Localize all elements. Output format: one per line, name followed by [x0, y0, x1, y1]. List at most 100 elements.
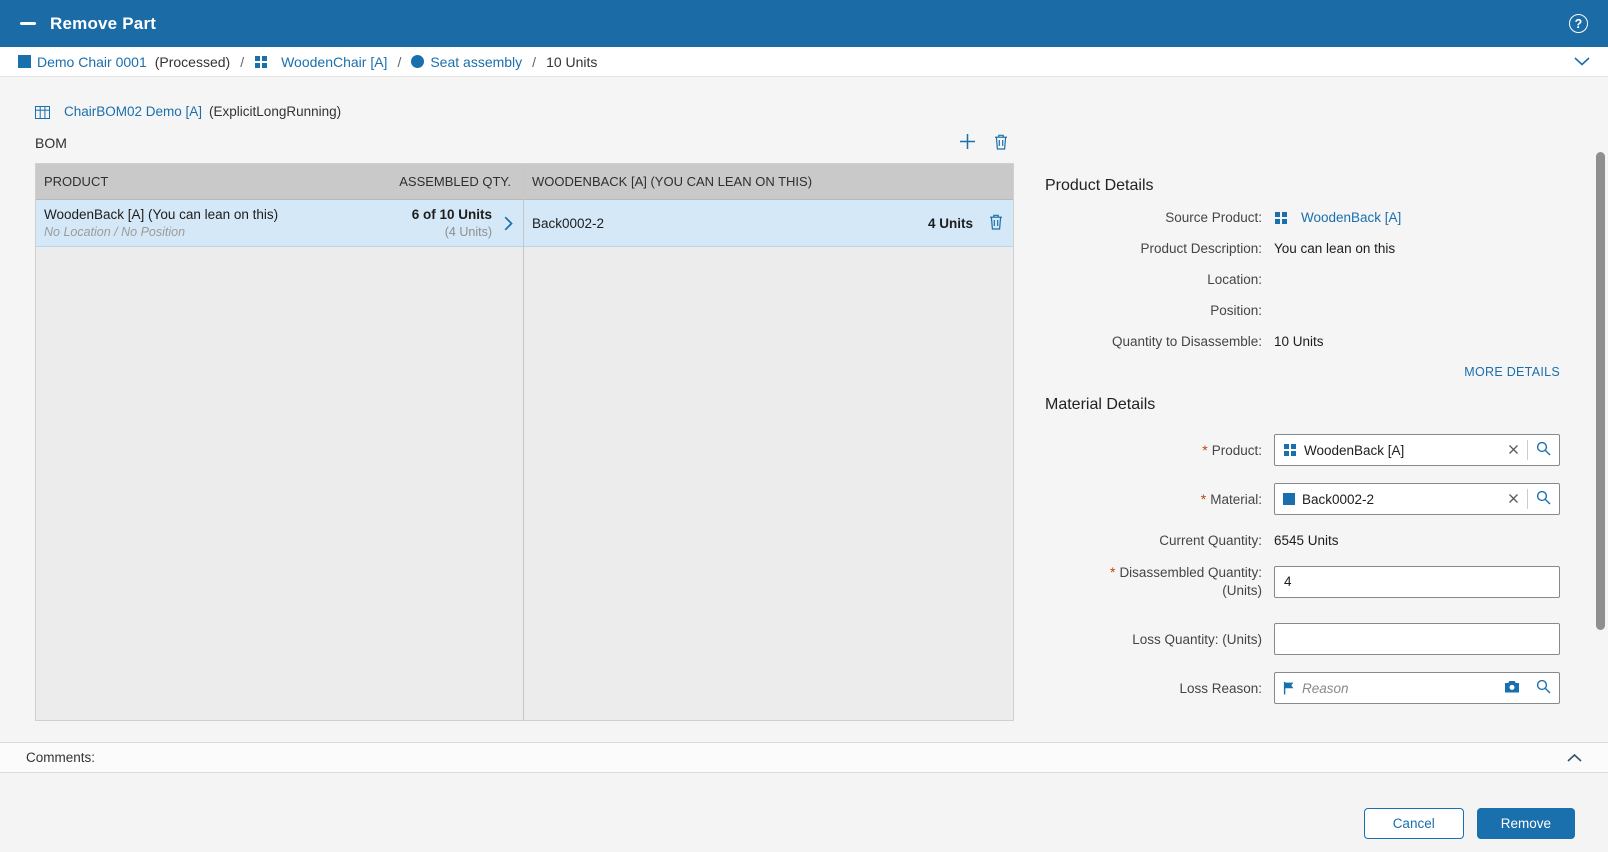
close-icon: [1508, 492, 1519, 507]
material-details-title: Material Details: [1045, 396, 1156, 413]
comments-label: Comments:: [26, 750, 96, 765]
product-description-label: Product Description:: [1140, 241, 1262, 256]
bom-icon: [35, 105, 50, 119]
source-product-label: Source Product:: [1165, 210, 1262, 225]
plus-icon: [959, 133, 976, 153]
material-field[interactable]: Back0002-2: [1274, 483, 1560, 515]
breadcrumb-quantity: 10 Units: [546, 53, 598, 70]
page-title: Remove Part: [50, 13, 157, 33]
loss-quantity-label: Loss Quantity: (Units): [1132, 631, 1262, 647]
app-header: Remove Part ?: [0, 0, 1608, 47]
bom-section-label: BOM: [35, 135, 67, 151]
loss-reason-placeholder: Reason: [1302, 680, 1349, 696]
bom-product-column: PRODUCT ASSEMBLED QTY. WoodenBack [A] (Y…: [36, 164, 524, 720]
bom-product-row[interactable]: WoodenBack [A] (You can lean on this) No…: [36, 200, 523, 247]
product-row-title: WoodenBack [A] (You can lean on this): [44, 207, 279, 222]
product-description-value: You can lean on this: [1274, 241, 1396, 256]
chevron-down-icon[interactable]: [1574, 57, 1590, 66]
required-marker: *: [1202, 442, 1208, 458]
scrollbar[interactable]: [1593, 77, 1608, 742]
disassembled-quantity-label: * Disassembled Quantity: (Units): [1109, 564, 1262, 598]
add-component-button[interactable]: [959, 133, 976, 153]
flag-icon: [1283, 681, 1295, 695]
breadcrumb-separator: /: [240, 53, 245, 70]
minus-icon[interactable]: [20, 22, 36, 25]
trash-icon: [994, 134, 1008, 153]
bom-link[interactable]: ChairBOM02 Demo [A]: [64, 103, 202, 121]
loss-reason-label: Loss Reason:: [1179, 680, 1262, 696]
breadcrumb-sfc-link[interactable]: Demo Chair 0001: [37, 54, 147, 70]
material-material-label: * Material:: [1200, 491, 1262, 507]
search-icon: [1536, 679, 1551, 697]
delete-material-button[interactable]: [989, 214, 1003, 233]
product-field-value: WoodenBack [A]: [1304, 442, 1405, 458]
chevron-right-icon[interactable]: [504, 216, 513, 231]
disassembled-quantity-input[interactable]: [1274, 565, 1560, 598]
clear-material-button[interactable]: [1500, 484, 1527, 514]
trash-icon: [989, 214, 1003, 233]
quantity-to-disassemble-label: Quantity to Disassemble:: [1111, 334, 1262, 349]
main-content: ChairBOM02 Demo [A] (ExplicitLongRunning…: [0, 77, 1608, 742]
bom-component-column: WOODENBACK [A] (YOU CAN LEAN ON THIS) Ba…: [524, 164, 1013, 720]
search-material-button[interactable]: [1528, 484, 1559, 514]
product-icon: [254, 55, 268, 69]
position-label: Position:: [1210, 303, 1262, 318]
breadcrumb: Demo Chair 0001 (Processed) / WoodenChai…: [0, 47, 1608, 77]
bom-component-row[interactable]: Back0002-2 4 Units: [524, 200, 1013, 247]
bom-section: ChairBOM02 Demo [A] (ExplicitLongRunning…: [0, 77, 1030, 742]
required-marker: *: [1200, 491, 1207, 507]
breadcrumb-sfc-status: (Processed): [154, 53, 231, 70]
delete-component-button[interactable]: [994, 134, 1008, 153]
product-row-location: No Location / No Position: [44, 225, 186, 239]
camera-button[interactable]: [1496, 673, 1528, 703]
component-table-empty-area: [524, 247, 1013, 720]
details-panel: Product Details Source Product: WoodenBa…: [1030, 77, 1608, 710]
scrollbar-thumb[interactable]: [1596, 152, 1605, 630]
footer-actions: Cancel Remove: [0, 773, 1608, 852]
current-quantity-value: 6545 Units: [1274, 533, 1339, 548]
clear-product-button[interactable]: [1500, 435, 1527, 465]
loss-reason-field[interactable]: Reason: [1274, 672, 1560, 704]
camera-icon: [1504, 680, 1520, 696]
chevron-up-icon[interactable]: [1567, 753, 1582, 762]
component-row-title: Back0002-2: [532, 215, 605, 231]
required-marker: *: [1109, 564, 1116, 580]
remove-button[interactable]: Remove: [1476, 808, 1575, 839]
breadcrumb-separator: /: [397, 53, 402, 70]
column-header-assembled-qty: ASSEMBLED QTY.: [399, 174, 511, 189]
product-icon: [1283, 443, 1297, 457]
help-icon[interactable]: ?: [1569, 14, 1588, 33]
bom-link-suffix: (ExplicitLongRunning): [209, 104, 342, 119]
product-icon: [1274, 211, 1288, 225]
product-details-title: Product Details: [1045, 177, 1154, 194]
product-row-qty: 6 of 10 Units: [411, 207, 492, 222]
search-icon: [1536, 441, 1551, 459]
bom-table: PRODUCT ASSEMBLED QTY. WoodenBack [A] (Y…: [35, 163, 1014, 721]
breadcrumb-operation-link[interactable]: Seat assembly: [430, 54, 522, 70]
close-icon: [1508, 443, 1519, 458]
product-row-qty-note: (4 Units): [444, 225, 492, 239]
product-table-empty-area: [36, 247, 523, 720]
material-field-value: Back0002-2: [1302, 491, 1375, 507]
more-details-link[interactable]: MORE DETAILS: [1464, 365, 1560, 379]
cancel-button[interactable]: Cancel: [1363, 808, 1464, 839]
material-icon: [1283, 493, 1295, 505]
quantity-to-disassemble-value: 10 Units: [1274, 334, 1324, 349]
sfc-icon: [18, 55, 31, 68]
column-header-component: WOODENBACK [A] (YOU CAN LEAN ON THIS): [532, 174, 813, 189]
breadcrumb-separator: /: [532, 53, 537, 70]
column-header-product: PRODUCT: [44, 174, 109, 189]
search-product-button[interactable]: [1528, 435, 1559, 465]
product-field[interactable]: WoodenBack [A]: [1274, 434, 1560, 466]
search-reason-button[interactable]: [1528, 673, 1559, 703]
remove-part-page: Remove Part ? Demo Chair 0001 (Processed…: [0, 0, 1608, 852]
material-product-label: * Product:: [1202, 442, 1262, 458]
loss-quantity-input[interactable]: [1274, 623, 1560, 655]
search-icon: [1536, 490, 1551, 508]
source-product-link[interactable]: WoodenBack [A]: [1301, 209, 1401, 227]
component-row-qty: 4 Units: [927, 215, 973, 231]
breadcrumb-product-link[interactable]: WoodenChair [A]: [281, 54, 387, 70]
location-label: Location:: [1207, 272, 1262, 287]
comments-bar: Comments:: [0, 742, 1608, 773]
operation-icon: [411, 55, 425, 68]
